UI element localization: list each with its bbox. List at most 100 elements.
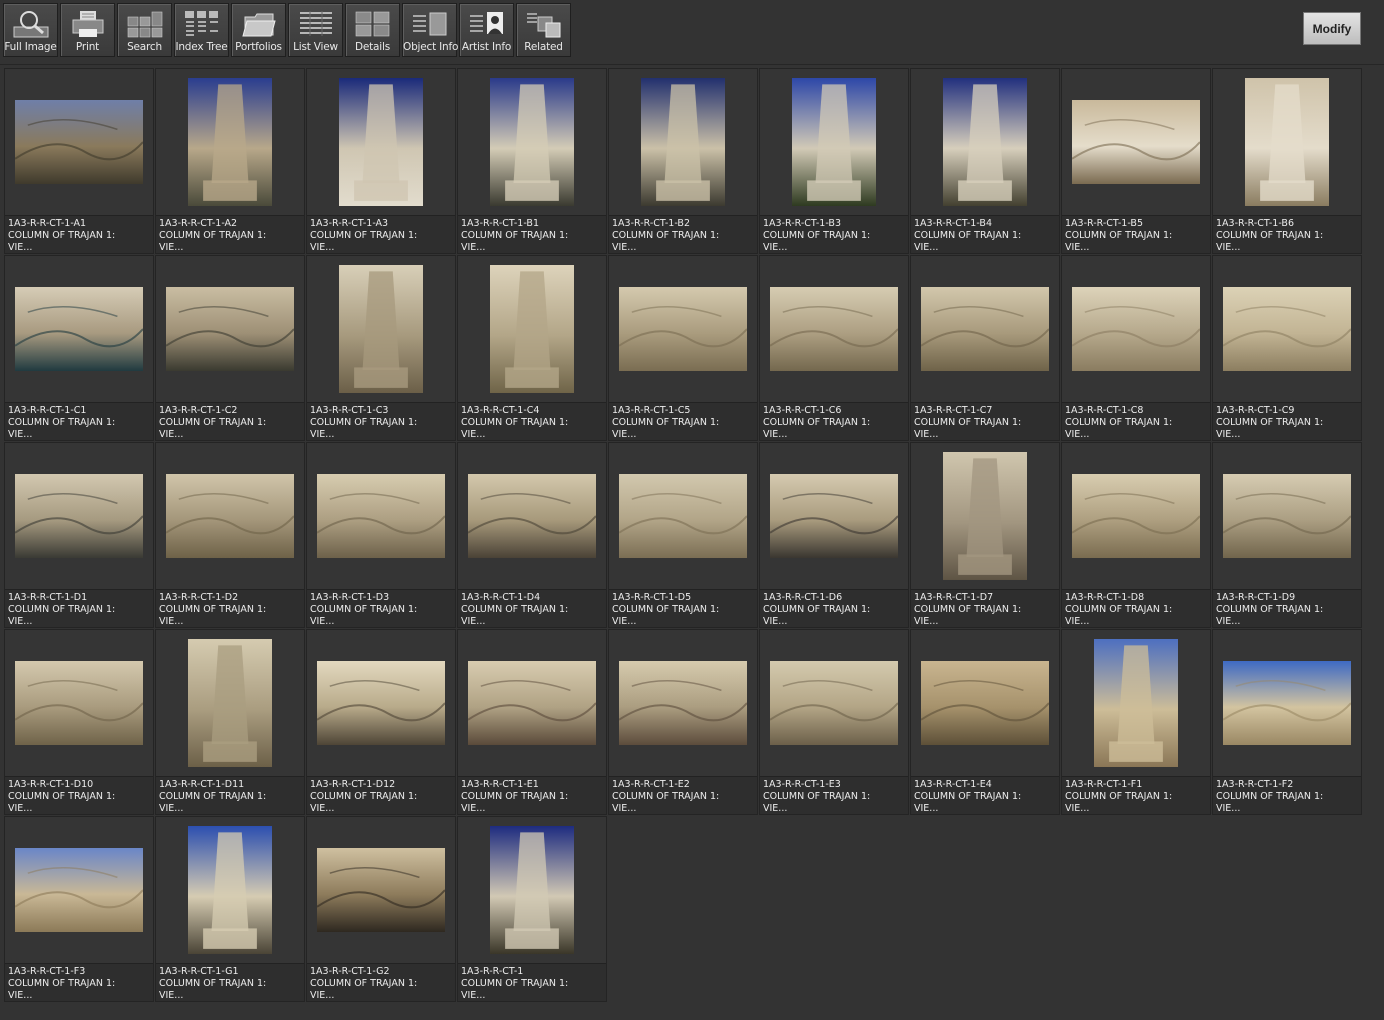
thumbnail-image[interactable]	[1072, 287, 1200, 371]
thumbnail-image[interactable]	[339, 265, 423, 393]
modify-button[interactable]: Modify	[1303, 12, 1361, 45]
thumbnail-frame	[458, 69, 606, 215]
thumbnail-cell[interactable]: 1A3-R-R-CT-1-C8 COLUMN OF TRAJAN 1: VIE...	[1061, 255, 1211, 441]
thumbnail-cell[interactable]: 1A3-R-R-CT-1-D9 COLUMN OF TRAJAN 1: VIE...	[1212, 442, 1362, 628]
thumbnail-cell[interactable]: 1A3-R-R-CT-1-F2 COLUMN OF TRAJAN 1: VIE...	[1212, 629, 1362, 815]
thumbnail-image[interactable]	[1072, 100, 1200, 184]
thumbnail-caption: 1A3-R-R-CT-1-D2 COLUMN OF TRAJAN 1: VIE...	[156, 589, 304, 627]
thumbnail-image[interactable]	[770, 474, 898, 558]
thumbnail-image[interactable]	[1072, 474, 1200, 558]
thumbnail-cell[interactable]: 1A3-R-R-CT-1-B5 COLUMN OF TRAJAN 1: VIE...	[1061, 68, 1211, 254]
thumbnail-cell[interactable]: 1A3-R-R-CT-1-B4 COLUMN OF TRAJAN 1: VIE...	[910, 68, 1060, 254]
thumbnail-cell[interactable]: 1A3-R-R-CT-1-C4 COLUMN OF TRAJAN 1: VIE...	[457, 255, 607, 441]
thumbnail-cell[interactable]: 1A3-R-R-CT-1-A2 COLUMN OF TRAJAN 1: VIE...	[155, 68, 305, 254]
thumbnail-cell[interactable]: 1A3-R-R-CT-1-G2 COLUMN OF TRAJAN 1: VIE...	[306, 816, 456, 1002]
item-title-continuation: VIE...	[159, 429, 184, 440]
thumbnail-cell[interactable]: 1A3-R-R-CT-1-E1 COLUMN OF TRAJAN 1: VIE...	[457, 629, 607, 815]
thumbnail-image[interactable]	[921, 661, 1049, 745]
thumbnail-image[interactable]	[188, 639, 272, 767]
thumbnail-image[interactable]	[770, 287, 898, 371]
thumbnail-cell[interactable]: 1A3-R-R-CT-1-D7 COLUMN OF TRAJAN 1: VIE...	[910, 442, 1060, 628]
thumbnail-image[interactable]	[1223, 474, 1351, 558]
thumbnail-image[interactable]	[468, 661, 596, 745]
thumbnail-cell[interactable]: 1A3-R-R-CT-1-D10 COLUMN OF TRAJAN 1: VIE..…	[4, 629, 154, 815]
toolbar-button-index-tree[interactable]: Index Tree	[174, 3, 229, 57]
thumbnail-cell[interactable]: 1A3-R-R-CT-1-B6 COLUMN OF TRAJAN 1: VIE...	[1212, 68, 1362, 254]
thumbnail-cell[interactable]: 1A3-R-R-CT-1-G1 COLUMN OF TRAJAN 1: VIE...	[155, 816, 305, 1002]
toolbar-button-portfolios[interactable]: Portfolios	[231, 3, 286, 57]
thumbnail-image[interactable]	[468, 474, 596, 558]
item-title: COLUMN OF TRAJAN 1:	[1216, 604, 1324, 615]
thumbnail-cell[interactable]: 1A3-R-R-CT-1-E3 COLUMN OF TRAJAN 1: VIE...	[759, 629, 909, 815]
thumbnail-image[interactable]	[641, 78, 725, 206]
thumbnail-image[interactable]	[15, 100, 143, 184]
thumbnail-image[interactable]	[317, 474, 445, 558]
thumbnail-cell[interactable]: 1A3-R-R-CT-1-D8 COLUMN OF TRAJAN 1: VIE...	[1061, 442, 1211, 628]
thumbnail-cell[interactable]: 1A3-R-R-CT-1-B3 COLUMN OF TRAJAN 1: VIE...	[759, 68, 909, 254]
thumbnail-image[interactable]	[619, 474, 747, 558]
thumbnail-cell[interactable]: 1A3-R-R-CT-1 COLUMN OF TRAJAN 1: VIE...	[457, 816, 607, 1002]
thumbnail-image[interactable]	[317, 848, 445, 932]
list-view-icon	[296, 9, 336, 39]
thumbnail-image[interactable]	[1094, 639, 1178, 767]
thumbnail-image[interactable]	[490, 78, 574, 206]
thumbnail-image[interactable]	[770, 661, 898, 745]
thumbnail-image[interactable]	[1245, 78, 1329, 206]
toolbar-button-search[interactable]: Search	[117, 3, 172, 57]
thumbnail-frame	[5, 256, 153, 402]
thumbnail-image[interactable]	[15, 661, 143, 745]
thumbnail-cell[interactable]: 1A3-R-R-CT-1-C6 COLUMN OF TRAJAN 1: VIE...	[759, 255, 909, 441]
thumbnail-image[interactable]	[1223, 287, 1351, 371]
thumbnail-cell[interactable]: 1A3-R-R-CT-1-C9 COLUMN OF TRAJAN 1: VIE...	[1212, 255, 1362, 441]
thumbnail-cell[interactable]: 1A3-R-R-CT-1-D11 COLUMN OF TRAJAN 1: VIE..…	[155, 629, 305, 815]
thumbnail-image[interactable]	[317, 661, 445, 745]
thumbnail-image[interactable]	[943, 78, 1027, 206]
thumbnail-image[interactable]	[15, 287, 143, 371]
toolbar-button-list-view[interactable]: List View	[288, 3, 343, 57]
toolbar-button-details[interactable]: Details	[345, 3, 400, 57]
toolbar-button-artist-info[interactable]: Artist Info	[459, 3, 514, 57]
thumbnail-image[interactable]	[943, 452, 1027, 580]
thumbnail-cell[interactable]: 1A3-R-R-CT-1-D12 COLUMN OF TRAJAN 1: VIE..…	[306, 629, 456, 815]
thumbnail-cell[interactable]: 1A3-R-R-CT-1-D3 COLUMN OF TRAJAN 1: VIE...	[306, 442, 456, 628]
thumbnail-cell[interactable]: 1A3-R-R-CT-1-C1 COLUMN OF TRAJAN 1: VIE...	[4, 255, 154, 441]
thumbnail-image[interactable]	[339, 78, 423, 206]
thumbnail-image[interactable]	[1223, 661, 1351, 745]
thumbnail-cell[interactable]: 1A3-R-R-CT-1-B2 COLUMN OF TRAJAN 1: VIE...	[608, 68, 758, 254]
thumbnail-image[interactable]	[490, 265, 574, 393]
item-title-continuation: VIE...	[8, 990, 33, 1001]
thumbnail-image[interactable]	[188, 826, 272, 954]
thumbnail-cell[interactable]: 1A3-R-R-CT-1-E4 COLUMN OF TRAJAN 1: VIE...	[910, 629, 1060, 815]
thumbnail-cell[interactable]: 1A3-R-R-CT-1-C7 COLUMN OF TRAJAN 1: VIE...	[910, 255, 1060, 441]
thumbnail-image[interactable]	[619, 661, 747, 745]
thumbnail-image[interactable]	[166, 474, 294, 558]
thumbnail-frame	[5, 443, 153, 589]
thumbnail-image[interactable]	[490, 826, 574, 954]
thumbnail-image[interactable]	[15, 848, 143, 932]
thumbnail-cell[interactable]: 1A3-R-R-CT-1-E2 COLUMN OF TRAJAN 1: VIE...	[608, 629, 758, 815]
thumbnail-image[interactable]	[792, 78, 876, 206]
thumbnail-cell[interactable]: 1A3-R-R-CT-1-C5 COLUMN OF TRAJAN 1: VIE...	[608, 255, 758, 441]
toolbar-button-full-image[interactable]: Full Image	[3, 3, 58, 57]
item-id: 1A3-R-R-CT-1-D11	[159, 779, 245, 790]
thumbnail-cell[interactable]: 1A3-R-R-CT-1-D6 COLUMN OF TRAJAN 1: VIE...	[759, 442, 909, 628]
thumbnail-cell[interactable]: 1A3-R-R-CT-1-D5 COLUMN OF TRAJAN 1: VIE...	[608, 442, 758, 628]
thumbnail-cell[interactable]: 1A3-R-R-CT-1-A3 COLUMN OF TRAJAN 1: VIE...	[306, 68, 456, 254]
thumbnail-cell[interactable]: 1A3-R-R-CT-1-B1 COLUMN OF TRAJAN 1: VIE...	[457, 68, 607, 254]
thumbnail-image[interactable]	[15, 474, 143, 558]
thumbnail-cell[interactable]: 1A3-R-R-CT-1-D4 COLUMN OF TRAJAN 1: VIE...	[457, 442, 607, 628]
thumbnail-image[interactable]	[921, 287, 1049, 371]
thumbnail-cell[interactable]: 1A3-R-R-CT-1-D2 COLUMN OF TRAJAN 1: VIE...	[155, 442, 305, 628]
toolbar-button-related[interactable]: Related	[516, 3, 571, 57]
thumbnail-image[interactable]	[188, 78, 272, 206]
toolbar-button-print[interactable]: Print	[60, 3, 115, 57]
thumbnail-cell[interactable]: 1A3-R-R-CT-1-C3 COLUMN OF TRAJAN 1: VIE...	[306, 255, 456, 441]
thumbnail-image[interactable]	[619, 287, 747, 371]
thumbnail-cell[interactable]: 1A3-R-R-CT-1-C2 COLUMN OF TRAJAN 1: VIE...	[155, 255, 305, 441]
thumbnail-image[interactable]	[166, 287, 294, 371]
thumbnail-cell[interactable]: 1A3-R-R-CT-1-A1 COLUMN OF TRAJAN 1: VIE...	[4, 68, 154, 254]
thumbnail-cell[interactable]: 1A3-R-R-CT-1-F3 COLUMN OF TRAJAN 1: VIE...	[4, 816, 154, 1002]
thumbnail-cell[interactable]: 1A3-R-R-CT-1-D1 COLUMN OF TRAJAN 1: VIE...	[4, 442, 154, 628]
toolbar-button-object-info[interactable]: Object Info	[402, 3, 458, 57]
thumbnail-cell[interactable]: 1A3-R-R-CT-1-F1 COLUMN OF TRAJAN 1: VIE...	[1061, 629, 1211, 815]
